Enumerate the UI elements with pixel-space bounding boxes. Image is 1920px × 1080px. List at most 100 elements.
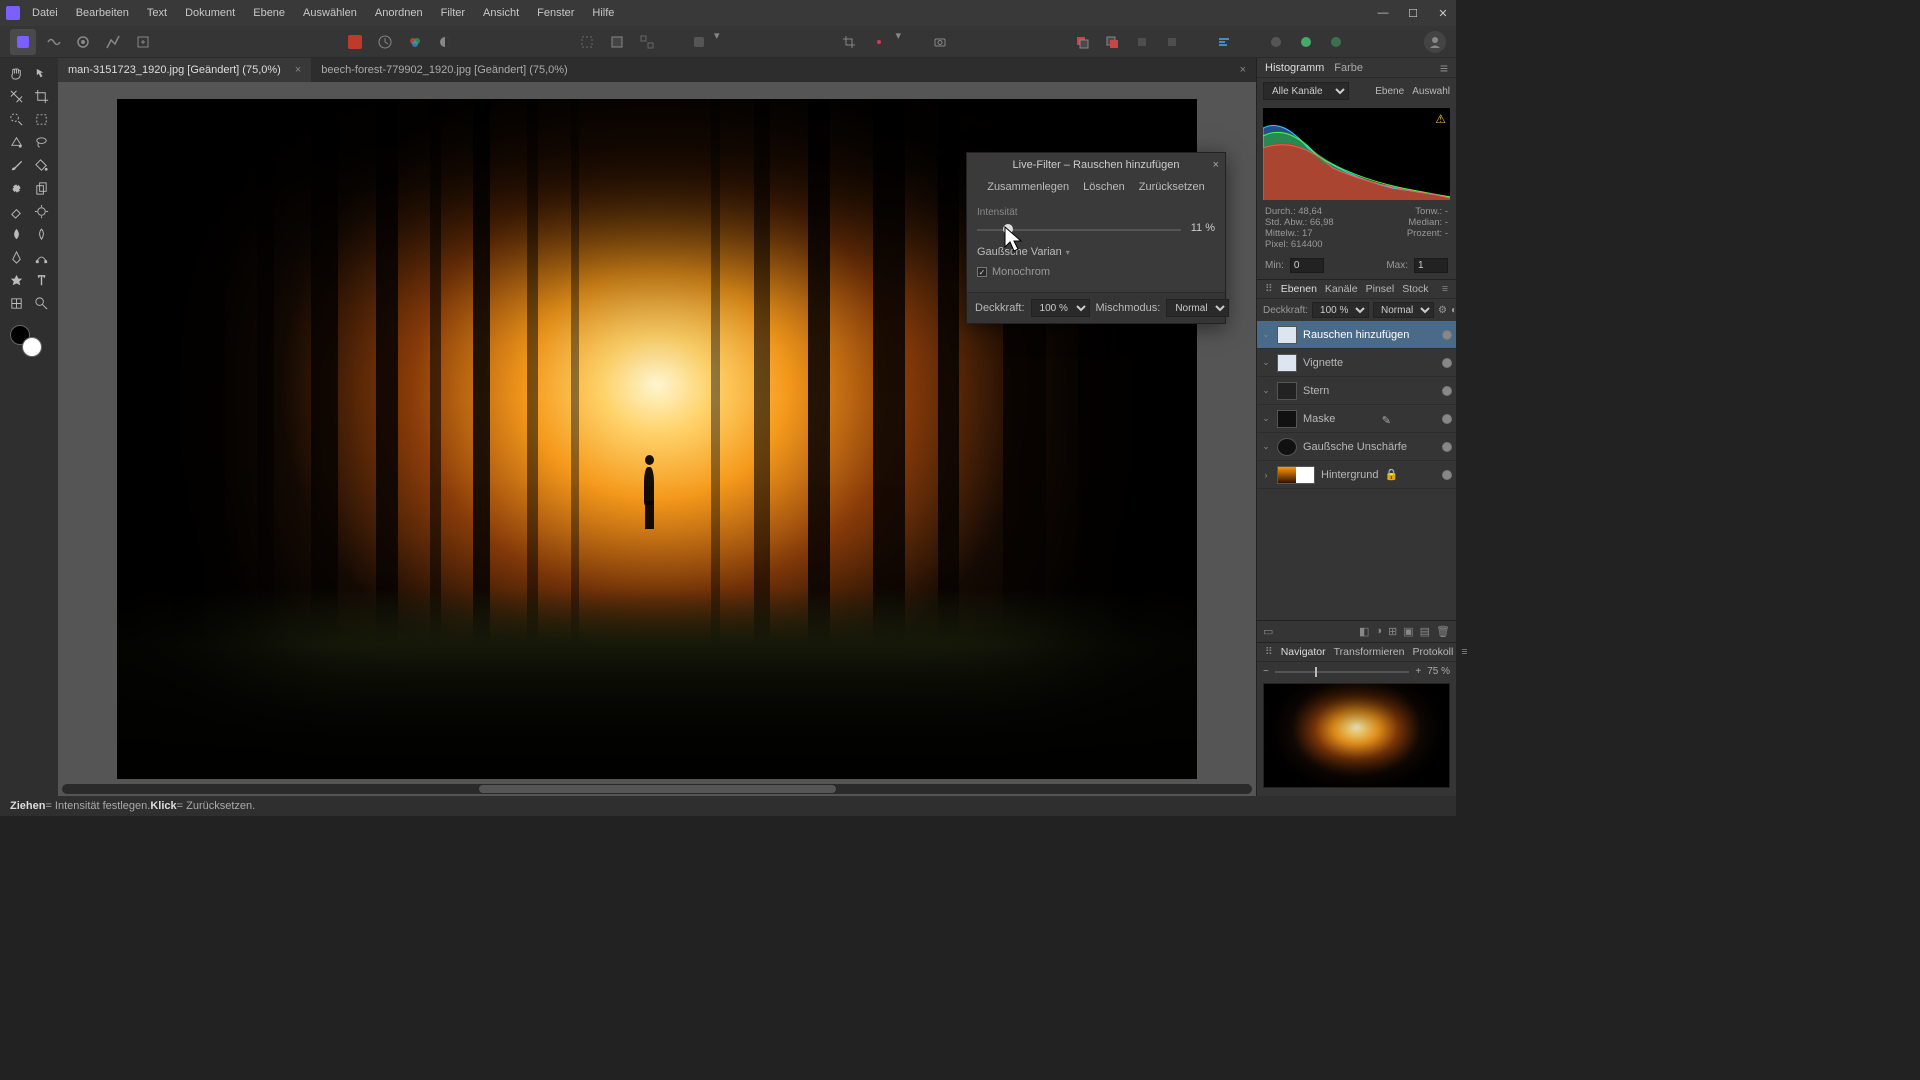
marquee-tool-icon[interactable] xyxy=(29,108,54,131)
heal-tool-icon[interactable] xyxy=(4,177,29,200)
canvas-viewport[interactable]: Live-Filter – Rauschen hinzufügen× Zusam… xyxy=(58,82,1256,796)
layer-noise[interactable]: ⌄Rauschen hinzufügen xyxy=(1257,321,1456,349)
dodge-tool-icon[interactable] xyxy=(29,200,54,223)
mesh-tool-icon[interactable] xyxy=(4,292,29,315)
flood-select-icon[interactable] xyxy=(4,131,29,154)
hand-tool-icon[interactable] xyxy=(4,62,29,85)
menu-auswaehlen[interactable]: Auswählen xyxy=(303,7,357,19)
blur-tool-icon[interactable] xyxy=(4,223,29,246)
menu-ansicht[interactable]: Ansicht xyxy=(483,7,519,19)
visibility-toggle-icon[interactable] xyxy=(1442,386,1452,396)
circle-tool2-icon[interactable] xyxy=(1293,29,1319,55)
pen-tool-icon[interactable] xyxy=(4,246,29,269)
mask-layer-icon[interactable]: ▭ xyxy=(1263,625,1273,638)
tab-stock[interactable]: Stock xyxy=(1402,283,1428,295)
layer-vignette[interactable]: ⌄Vignette xyxy=(1257,349,1456,377)
monochrome-checkbox[interactable]: ✓Monochrom xyxy=(977,266,1215,278)
fill-tool-icon[interactable] xyxy=(29,154,54,177)
brush-tool-icon[interactable] xyxy=(4,154,29,177)
intensity-slider[interactable]: 11 % xyxy=(977,222,1215,238)
window-close-button[interactable]: ✕ xyxy=(1436,6,1450,20)
auto-color-icon[interactable] xyxy=(402,29,428,55)
menu-dokument[interactable]: Dokument xyxy=(185,7,235,19)
align-icon[interactable] xyxy=(1211,29,1237,55)
menu-anordnen[interactable]: Anordnen xyxy=(375,7,423,19)
menu-hilfe[interactable]: Hilfe xyxy=(592,7,614,19)
add-layer-icon[interactable]: ▤ xyxy=(1420,625,1430,638)
lock-icon[interactable]: 🔒 xyxy=(1384,468,1394,481)
merge-button[interactable]: Zusammenlegen xyxy=(987,181,1069,193)
distribution-dropdown[interactable]: Gaußsche Varian xyxy=(977,246,1070,258)
tab-navigator[interactable]: Navigator xyxy=(1281,646,1326,658)
select-mode2-icon[interactable] xyxy=(604,29,630,55)
layer-blur[interactable]: ⌄Gaußsche Unschärfe xyxy=(1257,433,1456,461)
eraser-tool-icon[interactable] xyxy=(4,200,29,223)
layers-blend-dropdown[interactable]: Normal xyxy=(1373,302,1434,318)
menu-datei[interactable]: Datei xyxy=(32,7,58,19)
persona-export-icon[interactable] xyxy=(130,29,156,55)
visibility-toggle-icon[interactable] xyxy=(1442,442,1452,452)
tab-history[interactable]: Protokoll xyxy=(1412,646,1453,658)
tab-channels[interactable]: Kanäle xyxy=(1325,283,1358,295)
horizontal-scrollbar[interactable] xyxy=(62,784,1252,794)
tab-close-icon[interactable]: × xyxy=(295,64,301,76)
account-icon[interactable] xyxy=(1424,31,1446,53)
tab-layers[interactable]: Ebenen xyxy=(1281,283,1317,295)
window-maximize-button[interactable]: ☐ xyxy=(1406,6,1420,20)
tab-close-icon[interactable]: × xyxy=(1240,64,1246,76)
dialog-close-icon[interactable]: × xyxy=(1213,159,1219,171)
panel-menu-icon[interactable]: ≡ xyxy=(1440,63,1448,73)
selection-brush-icon[interactable] xyxy=(4,108,29,131)
persona-develop-icon[interactable] xyxy=(70,29,96,55)
arrange-back-icon[interactable] xyxy=(1069,29,1095,55)
tab-forest-image[interactable]: beech-forest-779902_1920.jpg [Geändert] … xyxy=(311,58,577,82)
node-tool-icon[interactable] xyxy=(29,246,54,269)
palette-icon[interactable] xyxy=(866,29,892,55)
arrange-front-icon[interactable] xyxy=(1099,29,1125,55)
filter-icon[interactable]: ⊞ xyxy=(1388,625,1397,638)
menu-filter[interactable]: Filter xyxy=(441,7,465,19)
reset-button[interactable]: Zurücksetzen xyxy=(1139,181,1205,193)
crop-tool-icon[interactable] xyxy=(29,85,54,108)
circle-tool1-icon[interactable] xyxy=(1263,29,1289,55)
swatch-red-icon[interactable] xyxy=(342,29,368,55)
persona-tone-icon[interactable] xyxy=(100,29,126,55)
arrange-dim2-icon[interactable] xyxy=(1159,29,1185,55)
crop-icon[interactable] xyxy=(836,29,862,55)
quick-mask-icon[interactable] xyxy=(686,29,712,55)
shape-tool-icon[interactable] xyxy=(4,269,29,292)
smudge-tool-icon[interactable] xyxy=(29,223,54,246)
fx-icon[interactable]: ◑ xyxy=(1375,625,1382,638)
dialog-title[interactable]: Live-Filter – Rauschen hinzufügen× xyxy=(967,153,1225,177)
group-icon[interactable]: ▣ xyxy=(1403,625,1413,638)
select-mode3-icon[interactable] xyxy=(634,29,660,55)
auto-contrast-icon[interactable] xyxy=(432,29,458,55)
zoom-tool-icon[interactable] xyxy=(29,292,54,315)
zoom-slider[interactable] xyxy=(1275,671,1410,673)
menu-ebene[interactable]: Ebene xyxy=(253,7,285,19)
tab-transform[interactable]: Transformieren xyxy=(1334,646,1405,658)
view-tool-icon[interactable] xyxy=(4,85,29,108)
layer-mask[interactable]: ⌄Maske✎ xyxy=(1257,405,1456,433)
layer-fx-icon[interactable]: ◐ xyxy=(1451,305,1457,316)
move-tool-icon[interactable] xyxy=(29,62,54,85)
window-minimize-button[interactable]: — xyxy=(1376,6,1390,20)
adjust-icon[interactable]: ◧ xyxy=(1359,625,1369,638)
auto-levels-icon[interactable] xyxy=(372,29,398,55)
menu-text[interactable]: Text xyxy=(147,7,167,19)
channels-dropdown[interactable]: Alle Kanäle xyxy=(1263,82,1349,100)
clone-tool-icon[interactable] xyxy=(29,177,54,200)
circle-tool3-icon[interactable] xyxy=(1323,29,1349,55)
visibility-toggle-icon[interactable] xyxy=(1442,470,1452,480)
text-tool-icon[interactable] xyxy=(29,269,54,292)
arrange-dim1-icon[interactable] xyxy=(1129,29,1155,55)
layers-opacity-input[interactable]: 100 % xyxy=(1312,302,1369,318)
tab-brushes[interactable]: Pinsel xyxy=(1366,283,1395,295)
scope-selection[interactable]: Auswahl xyxy=(1412,86,1450,97)
tab-color[interactable]: Farbe xyxy=(1334,62,1363,74)
zoom-in-button[interactable]: + xyxy=(1415,666,1421,677)
opacity-input[interactable]: 100 % xyxy=(1031,299,1090,317)
navigator-preview[interactable] xyxy=(1263,683,1450,788)
delete-button[interactable]: Löschen xyxy=(1083,181,1125,193)
camera-icon[interactable] xyxy=(927,29,953,55)
